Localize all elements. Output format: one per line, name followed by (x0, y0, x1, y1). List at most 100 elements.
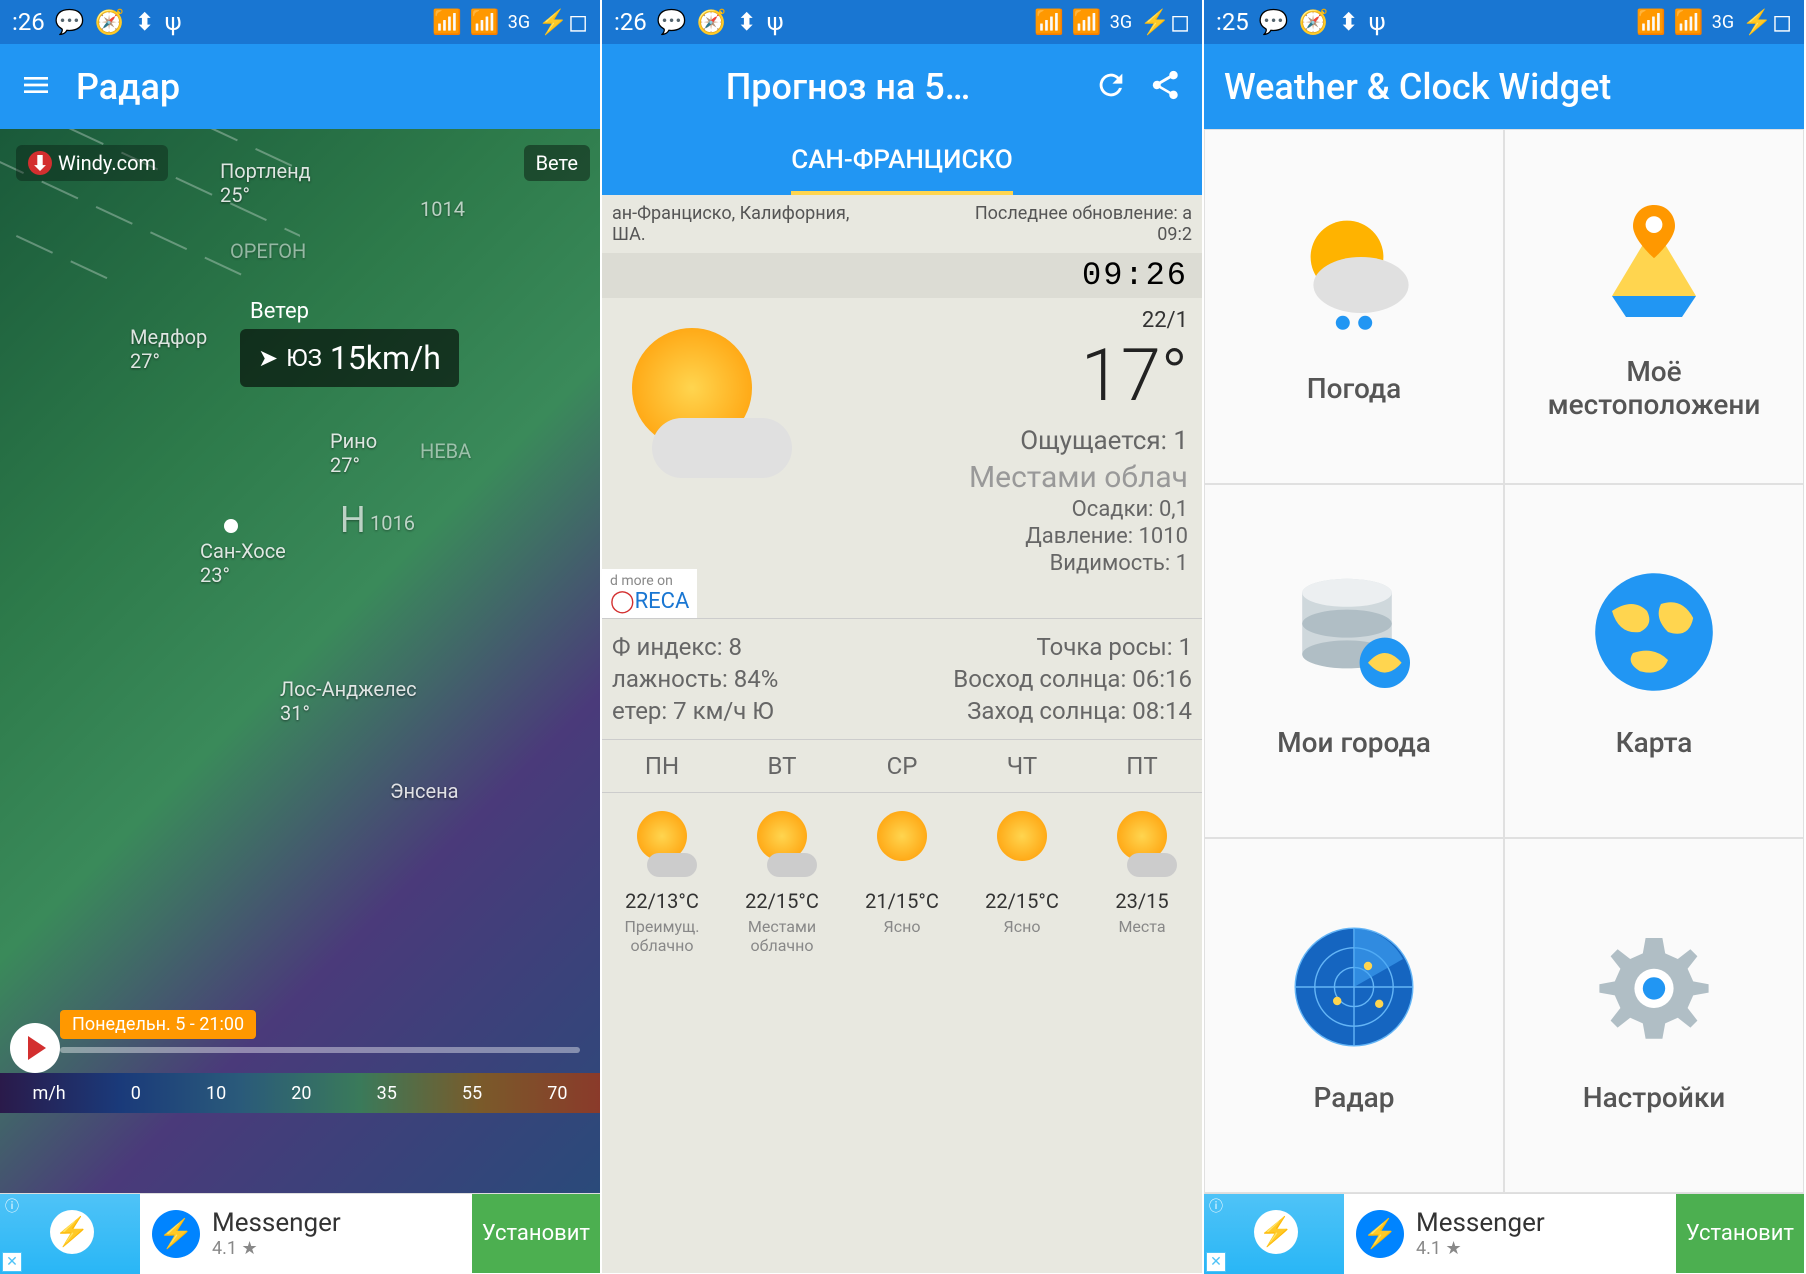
status-time: :26 (614, 8, 647, 36)
menu-item-settings[interactable]: Настройки (1504, 838, 1804, 1193)
day-tab[interactable]: ПН (602, 740, 722, 792)
database-icon (1284, 562, 1424, 702)
messenger-icon: ⚡ (1356, 1210, 1404, 1258)
menu-grid: Погода Моё местоположени Мои города Карт… (1204, 129, 1804, 1193)
temperature: 17° (792, 333, 1188, 418)
timeline[interactable]: Понедельн. 5 - 21:00 (60, 1010, 580, 1053)
city-label: Рино27° (330, 429, 377, 477)
close-ad-icon[interactable]: ✕ (1206, 1252, 1226, 1272)
close-ad-icon[interactable]: ✕ (2, 1252, 22, 1272)
day-tab[interactable]: ВТ (722, 740, 842, 792)
info-icon[interactable]: ⓘ (2, 1196, 22, 1216)
forecast-content[interactable]: ан-Франциско, Калифорния, ША. Последнее … (602, 195, 1202, 1273)
feels-like: Ощущается: 1 (792, 426, 1188, 456)
menu-item-weather[interactable]: Погода (1204, 129, 1504, 484)
date: 22/1 (792, 308, 1188, 333)
city-label: Лос-Анджелес31° (280, 677, 417, 725)
color-scale: m/h 0 10 20 35 55 70 (0, 1073, 600, 1113)
ad-rating: 4.1 ★ (1416, 1238, 1676, 1259)
windy-logo[interactable]: ⬇ Windy.com (16, 145, 168, 181)
menu-label: Погода (1307, 372, 1402, 405)
pressure: Давление: 1010 (792, 524, 1188, 549)
menu-icon[interactable] (20, 69, 52, 105)
compass-icon: 🧭 (1299, 8, 1329, 36)
pressure-label: 1014 (420, 197, 465, 221)
screen-radar: :26 💬 🧭 ⬍ ψ 📶 📶 3G ⚡◻ Радар ⬇ Windy.com … (0, 0, 602, 1273)
day-tabs: ПН ВТ СР ЧТ ПТ (602, 740, 1202, 793)
digital-clock: 09:26 (602, 253, 1202, 298)
menu-item-location[interactable]: Моё местоположени (1504, 129, 1804, 484)
wifi-icon: 📶 (432, 8, 462, 36)
dewpoint: Точка росы: 1 (953, 633, 1192, 661)
day-tab[interactable]: СР (842, 740, 962, 792)
city-label: Энсена (390, 779, 459, 803)
compass-icon: 🧭 (95, 8, 125, 36)
app-bar: Weather & Clock Widget (1204, 44, 1804, 129)
screen-forecast: :26 💬 🧭 ⬍ ψ 📶 📶 3G ⚡◻ Прогноз на 5… САН-… (602, 0, 1204, 1273)
pressure-h: H (340, 499, 366, 541)
info-icon[interactable]: ⓘ (1206, 1196, 1226, 1216)
chat-icon: 💬 (55, 8, 85, 36)
precip: Осадки: 0,1 (792, 497, 1188, 522)
daily-forecast: 22/13°CПреимущ. облачно 22/15°CМестами о… (602, 793, 1202, 965)
menu-item-cities[interactable]: Мои города (1204, 484, 1504, 839)
condition: Местами облач (792, 460, 1188, 495)
sunset: Заход солнца: 08:14 (953, 697, 1192, 725)
foreca-logo[interactable]: d more on ◯RECA (602, 569, 697, 618)
radar-map[interactable]: ⬇ Windy.com Вете Портленд25° ОРЕГОН Медф… (0, 129, 600, 1193)
play-button[interactable] (10, 1023, 60, 1073)
day-tab[interactable]: ПТ (1082, 740, 1202, 792)
usb-icon: ⬍ (135, 8, 155, 36)
wind-layer-button[interactable]: Вете (524, 145, 590, 181)
timeline-label: Понедельн. 5 - 21:00 (60, 1010, 256, 1039)
region-label: НЕВА (420, 439, 471, 463)
refresh-icon[interactable] (1094, 68, 1128, 106)
ad-thumbnail: ⓘ ✕ ⚡ (0, 1194, 140, 1274)
humidity: лажность: 84% (612, 665, 778, 693)
wind-speed-badge[interactable]: ➤ ЮЗ 15km/h (240, 329, 459, 387)
signal-icon: 📶 (1072, 8, 1102, 36)
tab-city[interactable]: САН-ФРАНЦИСКО (791, 129, 1013, 195)
forecast-day[interactable]: 21/15°CЯсно (842, 793, 962, 965)
timeline-slider[interactable] (60, 1047, 580, 1053)
ad-banner[interactable]: ⓘ ✕ ⚡ ⚡ Messenger 4.1 ★ Установит (0, 1193, 600, 1273)
status-time: :25 (1216, 8, 1249, 36)
forecast-day[interactable]: 23/15Места (1082, 793, 1202, 965)
weather-icon (612, 308, 792, 488)
usb-icon: ψ (767, 8, 784, 36)
wind-direction: ЮЗ (286, 344, 322, 372)
messenger-icon: ⚡ (50, 1210, 94, 1254)
share-icon[interactable] (1148, 68, 1182, 106)
install-button[interactable]: Установит (472, 1194, 600, 1273)
usb-icon: ⬍ (1339, 8, 1359, 36)
updated-text: Последнее обновление: а 09:2 (975, 203, 1192, 245)
weather-icon (1284, 208, 1424, 348)
ad-title: Messenger (212, 1208, 472, 1238)
install-button[interactable]: Установит (1676, 1194, 1804, 1273)
page-title: Прогноз на 5… (622, 66, 1074, 108)
tabs: САН-ФРАНЦИСКО (602, 129, 1202, 195)
status-bar: :26 💬 🧭 ⬍ ψ 📶 📶 3G ⚡◻ (0, 0, 600, 44)
forecast-day[interactable]: 22/15°CЯсно (962, 793, 1082, 965)
map-marker (224, 519, 238, 533)
app-bar: Радар (0, 44, 600, 129)
city-label: Медфор27° (130, 325, 207, 373)
day-tab[interactable]: ЧТ (962, 740, 1082, 792)
current-weather: 22/1 17° Ощущается: 1 Местами облач Осад… (602, 298, 1202, 618)
sunrise: Восход солнца: 06:16 (953, 665, 1192, 693)
arrow-icon: ➤ (258, 344, 278, 372)
uv-index: Ф индекс: 8 (612, 633, 778, 661)
menu-label: Карта (1616, 726, 1693, 759)
forecast-day[interactable]: 22/15°CМестами облачно (722, 793, 842, 965)
ad-banner[interactable]: ⓘ ✕ ⚡ ⚡ Messenger 4.1 ★ Установит (1204, 1193, 1804, 1273)
globe-icon (1584, 562, 1724, 702)
wifi-icon: 📶 (1636, 8, 1666, 36)
signal-icon: 📶 (1674, 8, 1704, 36)
city-label: Портленд25° (220, 159, 311, 207)
page-title: Weather & Clock Widget (1224, 66, 1784, 108)
messenger-icon: ⚡ (1254, 1210, 1298, 1254)
network-label: 3G (1712, 12, 1734, 33)
menu-item-radar[interactable]: Радар (1204, 838, 1504, 1193)
forecast-day[interactable]: 22/13°CПреимущ. облачно (602, 793, 722, 965)
menu-item-map[interactable]: Карта (1504, 484, 1804, 839)
